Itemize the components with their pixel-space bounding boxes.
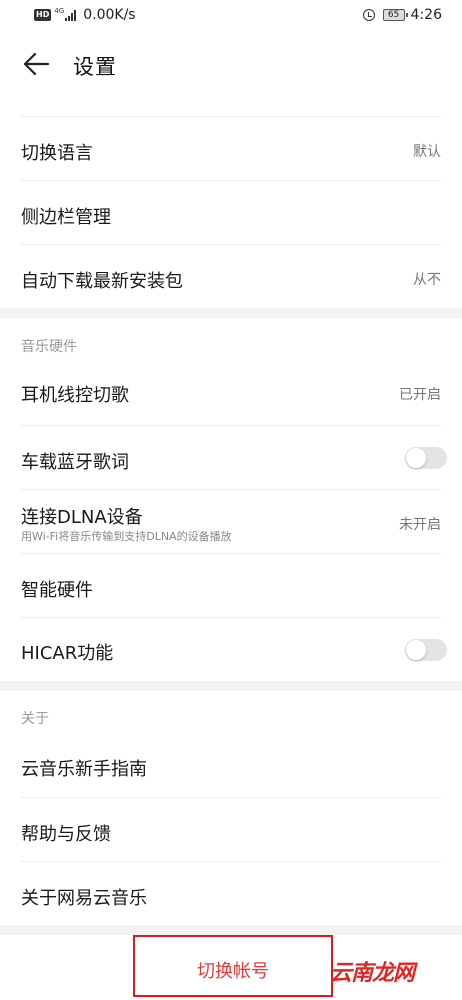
network-type: 4G	[54, 7, 65, 15]
row-label: 智能硬件	[21, 580, 93, 601]
settings-row-sidebar[interactable]: 侧边栏管理	[21, 180, 441, 245]
switch-account-label: 切换帐号	[197, 961, 269, 982]
alarm-icon	[362, 9, 375, 21]
battery-icon: 65	[382, 9, 408, 21]
section-divider	[0, 681, 462, 691]
row-label: 云音乐新手指南	[21, 759, 147, 780]
toggle-knob	[406, 448, 426, 468]
section-title-about: 关于	[21, 711, 49, 727]
watermark: 云南龙网	[330, 961, 415, 986]
settings-row-auto-download[interactable]: 自动下载最新安装包 从不	[21, 244, 441, 309]
row-label: HICAR功能	[21, 643, 114, 664]
row-label: 侧边栏管理	[21, 207, 111, 228]
row-label: 耳机线控切歌	[21, 385, 129, 406]
row-value: 默认	[413, 144, 441, 160]
settings-row-hicar: HICAR功能	[21, 617, 447, 682]
row-label: 连接DLNA设备	[21, 507, 143, 528]
hd-icon: HD	[34, 9, 52, 21]
row-description: 用Wi-Fi将音乐传输到支持DLNA的设备播放	[21, 530, 232, 543]
page-title: 设置	[73, 55, 117, 79]
row-value: 已开启	[399, 387, 441, 403]
settings-row-language[interactable]: 切换语言 默认	[21, 116, 441, 181]
settings-row-car-bluetooth: 车载蓝牙歌词	[21, 425, 447, 490]
status-right: 65 4:26	[362, 7, 442, 23]
car-lyrics-toggle[interactable]	[405, 447, 447, 469]
settings-row-guide[interactable]: 云音乐新手指南	[21, 733, 441, 797]
settings-row-headset-control[interactable]: 耳机线控切歌 已开启	[21, 361, 441, 425]
toggle-knob	[406, 640, 426, 660]
settings-row-about[interactable]: 关于网易云音乐	[21, 861, 441, 926]
settings-row-help[interactable]: 帮助与反馈	[21, 797, 441, 862]
row-value: 从不	[413, 272, 441, 288]
row-label: 关于网易云音乐	[21, 888, 147, 909]
status-bar: HD 4G 0.00K/s 65 4:26	[0, 0, 462, 32]
row-label: 车载蓝牙歌词	[21, 452, 129, 473]
settings-row-dlna[interactable]: 连接DLNA设备 用Wi-Fi将音乐传输到支持DLNA的设备播放 未开启	[21, 489, 441, 554]
back-arrow-icon[interactable]	[22, 50, 50, 78]
section-title-hardware: 音乐硬件	[21, 339, 77, 355]
header: 设置	[0, 32, 462, 102]
status-left: HD 4G 0.00K/s	[34, 7, 136, 23]
section-divider	[0, 925, 462, 935]
row-label: 自动下载最新安装包	[21, 271, 183, 292]
row-value: 未开启	[399, 517, 441, 533]
network-speed: 0.00K/s	[83, 7, 136, 23]
settings-row-smart-hardware[interactable]: 智能硬件	[21, 553, 441, 618]
section-divider	[0, 308, 462, 318]
clock: 4:26	[410, 7, 442, 23]
switch-account-button[interactable]: 切换帐号	[133, 935, 333, 997]
signal-icon	[65, 9, 77, 21]
row-label: 帮助与反馈	[21, 824, 111, 845]
row-label: 切换语言	[21, 143, 93, 164]
hicar-toggle[interactable]	[405, 639, 447, 661]
